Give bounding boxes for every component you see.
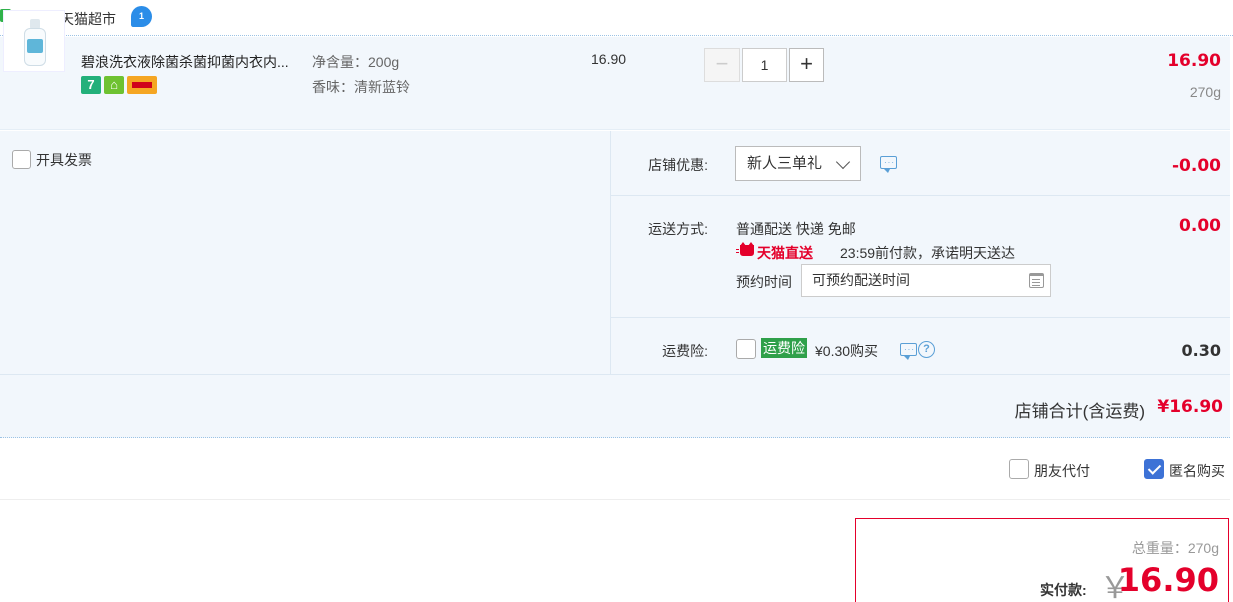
divider xyxy=(0,499,1230,500)
service-badges: 7 ⌂ xyxy=(81,76,160,94)
schedule-time-label: 预约时间 xyxy=(736,274,792,290)
store-pickup-icon[interactable]: ⌂ xyxy=(104,76,124,94)
quantity-increase-button[interactable]: + xyxy=(789,48,824,82)
schedule-time-placeholder: 可预约配送时间 xyxy=(812,272,910,288)
credit-card-icon[interactable] xyxy=(127,76,157,94)
amount-payable-label: 实付款: xyxy=(1040,582,1087,598)
store-promo-label: 店铺优惠: xyxy=(648,157,708,173)
shipping-insurance-tag: 运费险 xyxy=(761,338,807,358)
seven-day-return-icon[interactable]: 7 xyxy=(81,76,101,94)
store-total-value: ¥16.90 xyxy=(1157,397,1223,417)
message-icon[interactable]: ··· xyxy=(880,156,897,173)
divider xyxy=(611,195,1230,196)
unit-price: 16.90 xyxy=(591,51,627,67)
divider xyxy=(611,317,1230,318)
bottle-image xyxy=(24,19,46,67)
line-weight: 270g xyxy=(1189,84,1221,100)
attr-net-weight: 净含量：200g xyxy=(312,54,400,70)
store-promo-select[interactable]: 新人三单礼 xyxy=(735,146,861,181)
quantity-decrease-button[interactable]: − xyxy=(704,48,740,82)
quantity-input[interactable]: 1 xyxy=(742,48,787,82)
shipping-insurance-label: 运费险: xyxy=(662,343,708,359)
chevron-down-icon xyxy=(835,154,851,170)
amount-payable: 16.90 xyxy=(1117,561,1219,599)
anonymous-purchase-label[interactable]: 匿名购买 xyxy=(1169,461,1225,481)
shipping-insurance-checkbox[interactable] xyxy=(736,339,756,359)
delivery-promise: 23:59前付款，承诺明天送达 xyxy=(840,245,1016,261)
calendar-icon[interactable] xyxy=(1029,273,1044,288)
total-weight: 总重量：270g xyxy=(1131,540,1219,556)
product-thumbnail[interactable] xyxy=(3,10,65,72)
store-total-label: 店铺合计(含运费) xyxy=(1014,402,1145,421)
message-icon[interactable]: ··· xyxy=(900,343,917,360)
tmall-direct-label: 天猫直送 xyxy=(757,245,813,261)
anonymous-purchase-checkbox[interactable] xyxy=(1144,459,1164,479)
line-total: 16.90 xyxy=(1167,51,1221,71)
schedule-time-input[interactable]: 可预约配送时间 xyxy=(801,264,1051,297)
shipping-insurance-amount: 0.30 xyxy=(1181,341,1221,360)
wangwang-chat-icon[interactable]: 1 xyxy=(131,6,152,27)
shipping-insurance-price: ¥0.30购买 xyxy=(815,343,879,359)
shipping-method: 普通配送 快递 免邮 xyxy=(736,221,856,237)
product-title[interactable]: 碧浪洗衣液除菌杀菌抑菌内衣内... xyxy=(81,52,289,72)
friend-pay-label[interactable]: 朋友代付 xyxy=(1034,461,1090,481)
help-icon[interactable]: ? xyxy=(918,341,935,358)
invoice-label[interactable]: 开具发票 xyxy=(36,150,92,170)
invoice-checkbox[interactable] xyxy=(12,150,31,169)
attr-scent: 香味：清新蓝铃 xyxy=(312,79,410,95)
promo-amount: -0.00 xyxy=(1172,156,1221,176)
shipping-amount: 0.00 xyxy=(1179,216,1221,236)
friend-pay-checkbox[interactable] xyxy=(1009,459,1029,479)
store-promo-selected: 新人三单礼 xyxy=(747,155,823,172)
tmall-direct-icon xyxy=(736,242,756,259)
shipping-label: 运送方式: xyxy=(648,221,708,237)
store-header xyxy=(0,0,1233,36)
